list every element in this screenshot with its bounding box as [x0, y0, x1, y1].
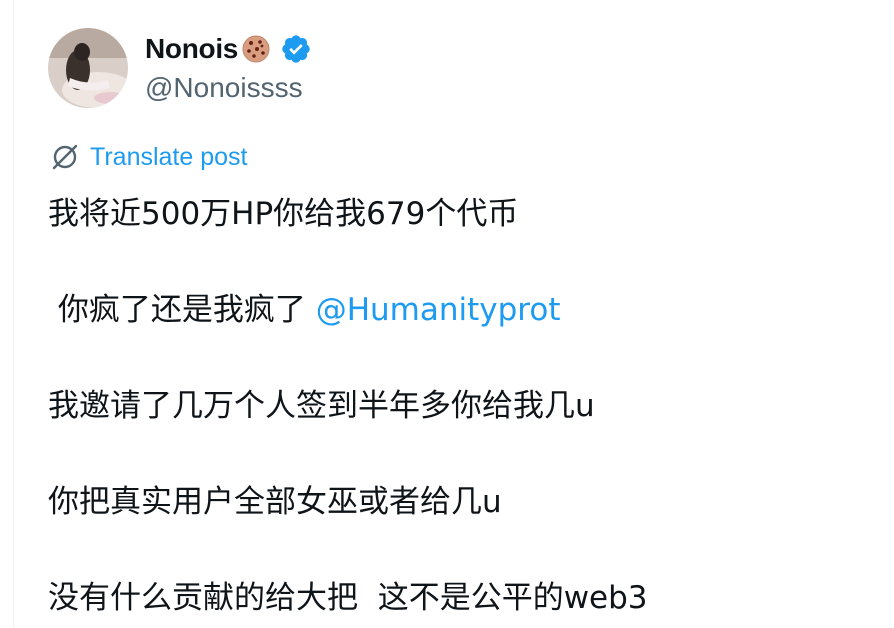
post-line-1: 我将近500万HP你给我679个代币: [48, 196, 519, 232]
translate-globe-icon: [50, 142, 80, 172]
translate-post-link[interactable]: Translate post: [50, 142, 247, 172]
post-line-5: 没有什么贡献的给大把 这不是公平的web3: [48, 580, 648, 616]
post-text: 我将近500万HP你给我679个代币 你疯了还是我疯了 @Humanitypro…: [48, 190, 878, 622]
handle[interactable]: @Nonoissss: [145, 72, 312, 104]
post-line-4: 你把真实用户全部女巫或者给几u: [48, 484, 502, 520]
avatar[interactable]: [48, 28, 128, 108]
translate-post-label[interactable]: Translate post: [90, 143, 247, 172]
post-view: Nonois @Nonoissss Translate post 我将近500万…: [0, 0, 894, 628]
author-names: Nonois @Nonoissss: [145, 32, 312, 104]
post-line-2-text: 你疯了还是我疯了: [48, 292, 316, 328]
mention-link[interactable]: @Humanityprot: [316, 292, 561, 328]
verified-badge-icon[interactable]: [280, 33, 312, 65]
timeline-border: [13, 0, 14, 628]
post-line-2: 你疯了还是我疯了 @Humanityprot: [48, 286, 878, 334]
display-name-row[interactable]: Nonois: [145, 32, 312, 66]
post-line-3: 我邀请了几万个人签到半年多你给我几u: [48, 388, 595, 424]
post-header: Nonois @Nonoissss: [48, 28, 312, 108]
cookie-emoji-icon: [240, 33, 272, 65]
display-name[interactable]: Nonois: [145, 33, 238, 65]
